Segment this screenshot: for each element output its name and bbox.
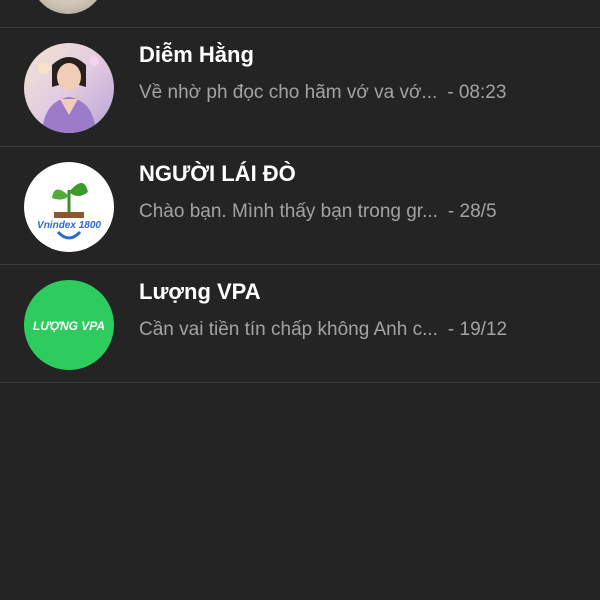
message-text: Về nhờ ph đọc cho hãm vớ va vớ... [139, 82, 438, 103]
message-time: - 19/12 [447, 319, 508, 340]
luong-vpa-logo-icon: LƯỢNG VPA [24, 280, 114, 370]
avatar [31, 0, 105, 14]
conversation-row[interactable]: Vnindex 1800 NGƯỜI LÁI ĐÒ Chào bạn. Mình… [0, 147, 600, 265]
message-preview: Cần vai tiền tín chấp không Anh c... - 19… [139, 319, 507, 341]
message-preview: Chào bạn. Mình thấy bạn trong gr... - 28/… [139, 201, 497, 223]
avatar-text: LƯỢNG VPA [33, 319, 105, 333]
avatar: Vnindex 1800 [24, 162, 114, 252]
conversation-row[interactable]: Diễm Hằng Về nhờ ph đọc cho hãm vớ va vớ… [0, 28, 600, 146]
partial-conversation-row[interactable] [0, 0, 600, 27]
message-time: - 08:23 [447, 82, 507, 103]
contact-name: NGƯỜI LÁI ĐÒ [139, 161, 296, 186]
vnindex-logo-icon: Vnindex 1800 [24, 162, 114, 252]
contact-name: Diễm Hằng [139, 42, 254, 67]
profile-photo-icon [24, 43, 114, 133]
message-preview: Về nhờ ph đọc cho hãm vớ va vớ... - 08:23 [139, 82, 506, 104]
message-text: Cần vai tiền tín chấp không Anh c... [139, 319, 438, 340]
avatar [24, 43, 114, 133]
avatar-text: Vnindex 1800 [37, 220, 101, 231]
contact-name: Lượng VPA [139, 279, 261, 304]
message-text: Chào bạn. Mình thấy bạn trong gr... [139, 201, 438, 222]
divider [0, 382, 600, 383]
message-time: - 28/5 [447, 201, 497, 222]
conversation-row[interactable]: LƯỢNG VPA Lượng VPA Cần vai tiền tín chấ… [0, 265, 600, 383]
avatar: LƯỢNG VPA [24, 280, 114, 370]
